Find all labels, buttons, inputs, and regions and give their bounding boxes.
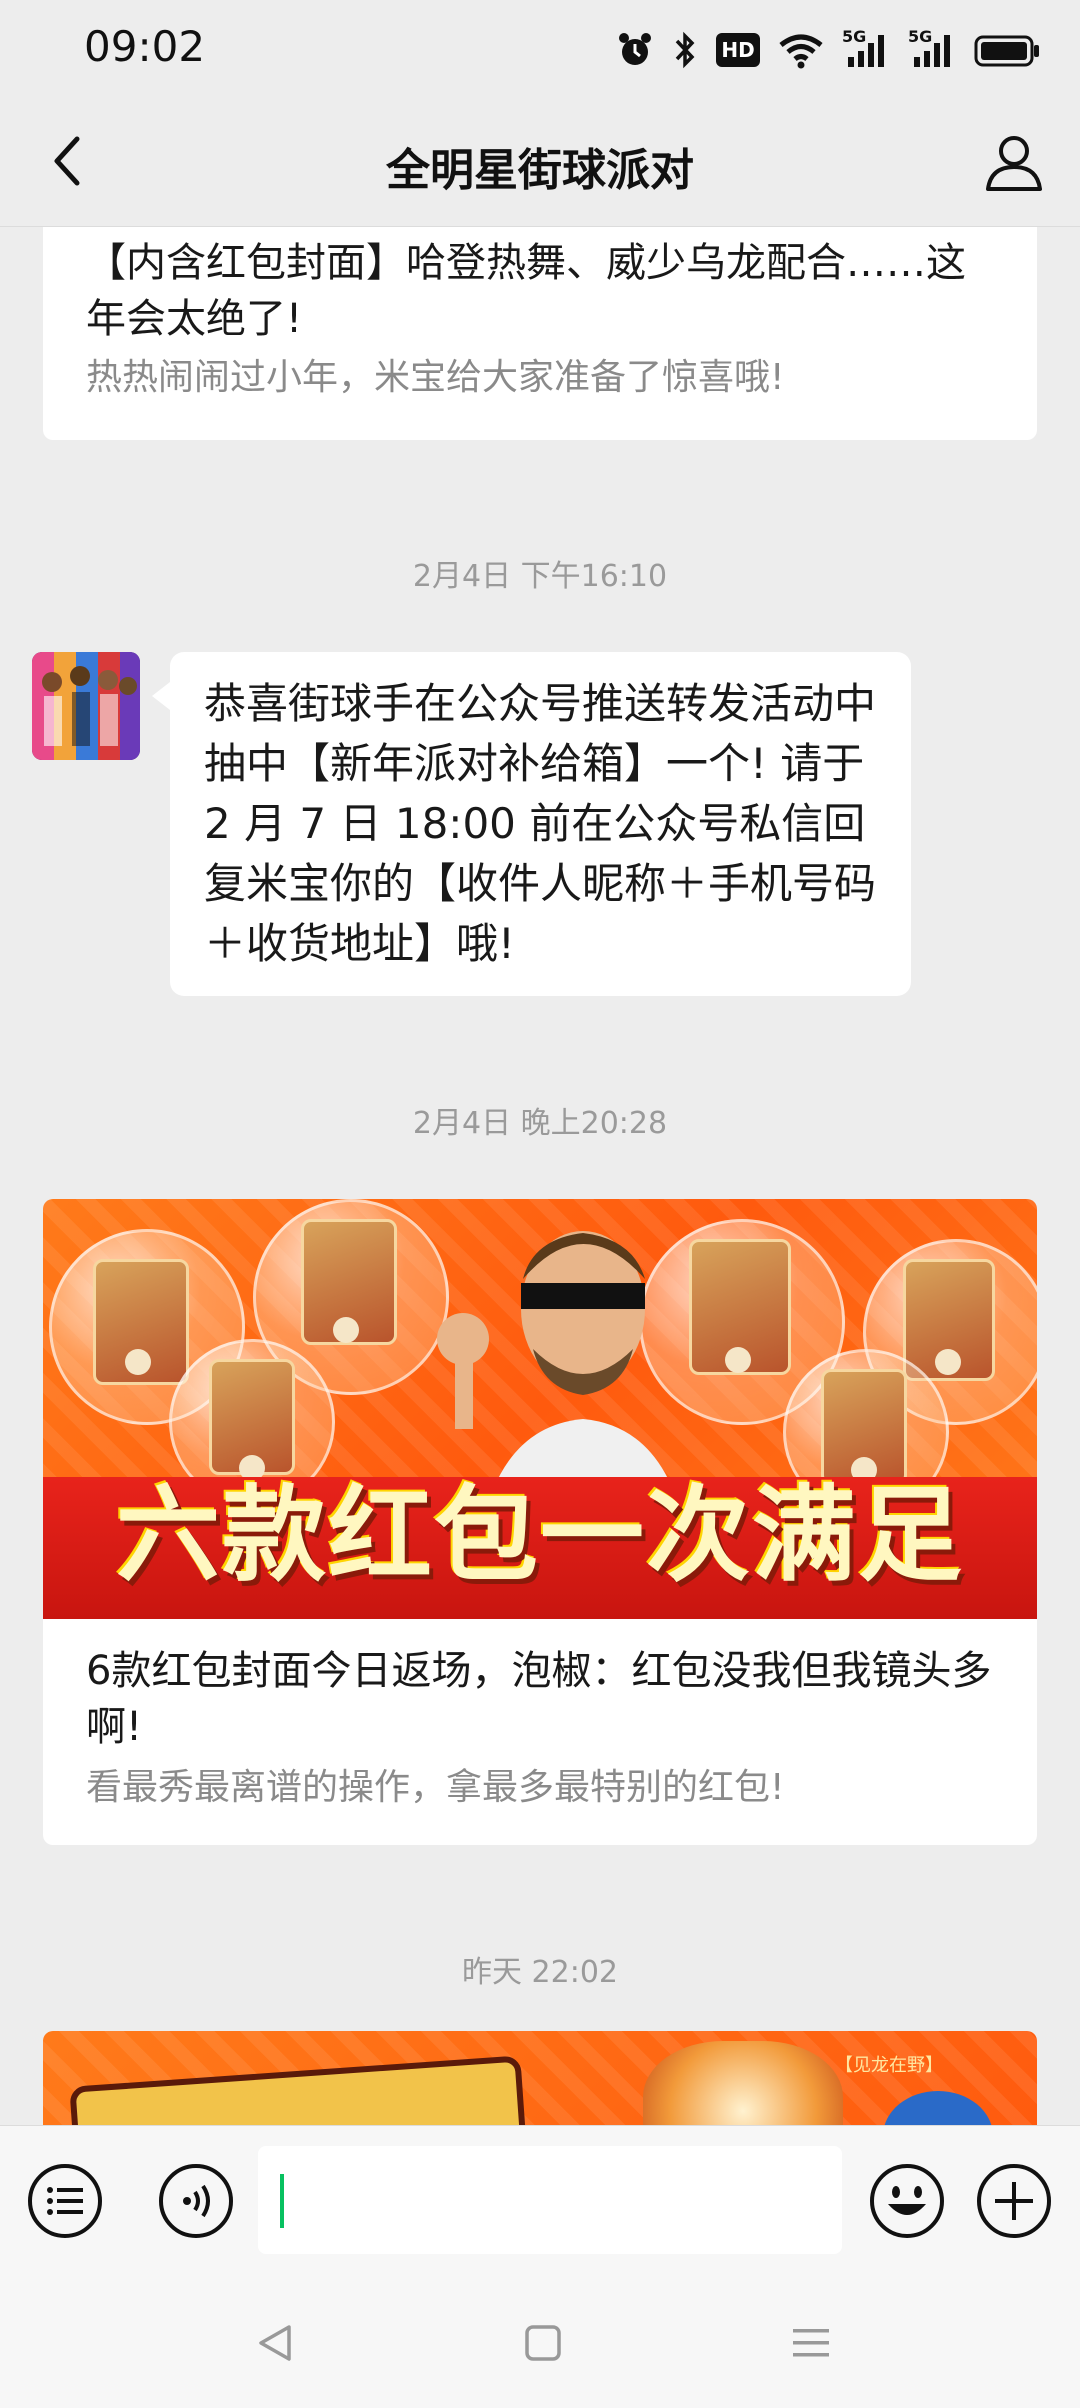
status-icons: HD 5G 5G (616, 26, 1040, 74)
article-title-1: 【内含红包封面】哈登热舞、威少乌龙配合……这年会太绝了! (86, 240, 966, 342)
page-title: 全明星街球派对 (386, 145, 694, 196)
nav-bar: 全明星街球派对 (0, 96, 1080, 227)
avatar-image (32, 652, 140, 760)
hamburger-menu-icon (793, 2329, 829, 2357)
voice-icon (159, 2164, 233, 2238)
voice-button[interactable] (157, 2162, 235, 2240)
message-bubble[interactable]: 恭喜街球手在公众号推送转发活动中抽中【新年派对补给箱】一个! 请于 2 月 7 … (152, 652, 911, 996)
banner-tag: 【见龙在野】 (835, 2055, 943, 2076)
system-nav-bar (0, 2276, 1080, 2408)
alarm-icon (619, 33, 651, 65)
banner-headline: 六款红包一次满足 (115, 1474, 964, 1596)
article-desc-1: 热热闹闹过小年，米宝给大家准备了惊喜哦! (86, 357, 785, 398)
article-desc-2: 看最秀最离谱的操作，拿最多最特别的红包! (86, 1767, 785, 1808)
menu-button[interactable] (26, 2162, 104, 2240)
article-card-3[interactable]: 【见龙在野】 (43, 2031, 1037, 2125)
person-icon (986, 136, 1042, 191)
chat-area[interactable]: 【内含红包封面】哈登热舞、威少乌龙配合……这年会太绝了! 热热闹闹过小年，米宝给… (0, 227, 1080, 2125)
list-icon (28, 2164, 102, 2238)
plus-button[interactable] (975, 2162, 1053, 2240)
hd-badge: HD (716, 33, 760, 67)
article-card-2[interactable]: 六款红包一次满足 6款红包封面今日返场，泡椒：红包没我但我镜头多啊! 看最秀最离… (43, 1199, 1037, 1845)
text-cursor (280, 2174, 284, 2228)
system-back-button[interactable] (250, 2318, 300, 2368)
timestamp: 昨天 22:02 (462, 1955, 618, 1990)
square-home-icon (525, 2325, 561, 2361)
timestamp: 2月4日 下午16:10 (412, 559, 668, 594)
triangle-back-icon (259, 2325, 291, 2361)
article-banner-image: 六款红包一次满足 (43, 1199, 1037, 1619)
status-bar: 09:02 HD 5G 5G (0, 0, 1080, 96)
avatar[interactable] (32, 652, 140, 760)
signal-icon-2: 5G (908, 27, 956, 69)
system-menu-button[interactable] (786, 2318, 836, 2368)
article-title-2: 6款红包封面今日返场，泡椒：红包没我但我镜头多啊! (86, 1648, 992, 1750)
timestamp: 2月4日 晚上20:28 (412, 1106, 668, 1141)
wifi-icon (779, 34, 823, 69)
profile-button[interactable] (976, 124, 1052, 200)
article-card-1[interactable]: 【内含红包封面】哈登热舞、威少乌龙配合……这年会太绝了! 热热闹闹过小年，米宝给… (43, 227, 1037, 440)
emoji-button[interactable] (868, 2162, 946, 2240)
plus-icon (977, 2164, 1051, 2238)
system-home-button[interactable] (518, 2318, 568, 2368)
signal-icon-1: 5G (842, 27, 890, 69)
smiley-icon (870, 2164, 944, 2238)
bluetooth-icon (675, 31, 695, 69)
battery-icon (974, 35, 1039, 67)
status-time: 09:02 (84, 22, 206, 71)
input-bar (0, 2125, 1080, 2276)
message-input[interactable] (258, 2146, 842, 2254)
